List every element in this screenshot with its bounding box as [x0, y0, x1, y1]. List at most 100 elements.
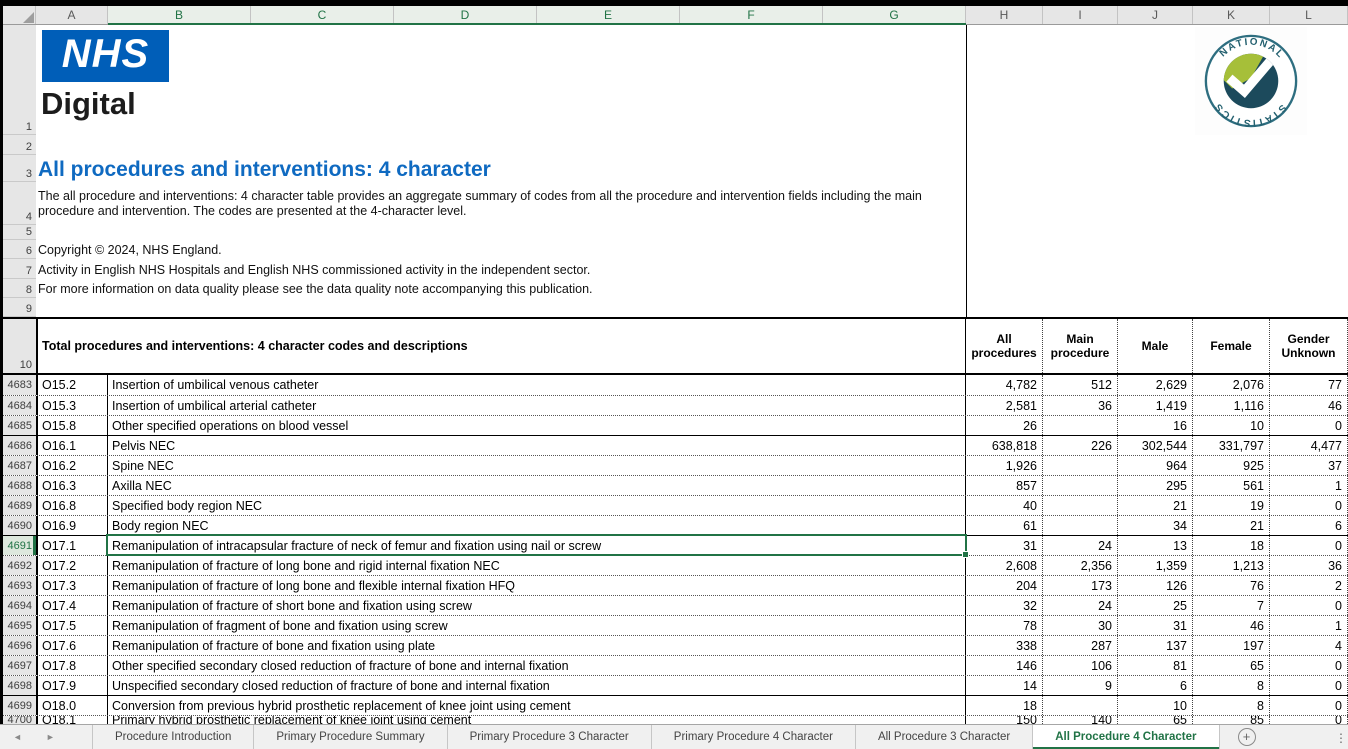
col-header-all-procedures[interactable]: All procedures: [966, 319, 1043, 373]
row-number-header[interactable]: 4693: [3, 576, 36, 595]
procedure-description-cell[interactable]: Remanipulation of intracapsular fracture…: [108, 536, 966, 555]
all-procedures-cell[interactable]: 338: [966, 636, 1043, 655]
gender-unknown-cell[interactable]: 77: [1270, 375, 1348, 395]
row-number-header[interactable]: 4689: [3, 496, 36, 515]
column-header-e[interactable]: E: [537, 6, 680, 24]
next-sheet-arrow-icon[interactable]: ►: [46, 732, 55, 742]
all-procedures-cell[interactable]: 857: [966, 476, 1043, 495]
column-header-d[interactable]: D: [394, 6, 537, 24]
female-cell[interactable]: 65: [1193, 656, 1270, 675]
main-procedure-cell[interactable]: 24: [1043, 596, 1118, 615]
row-number-header[interactable]: 4685: [3, 416, 36, 435]
tab-overflow-icon[interactable]: ⋮: [1335, 725, 1347, 749]
male-cell[interactable]: 302,544: [1118, 436, 1193, 455]
column-header-l[interactable]: L: [1270, 6, 1348, 24]
gender-unknown-cell[interactable]: 1: [1270, 476, 1348, 495]
main-procedure-cell[interactable]: 36: [1043, 396, 1118, 415]
prev-sheet-arrow-icon[interactable]: ◄: [13, 732, 22, 742]
procedure-code-cell[interactable]: O17.2: [36, 556, 108, 575]
procedure-description-cell[interactable]: Axilla NEC: [108, 476, 966, 495]
main-procedure-cell[interactable]: 2,356: [1043, 556, 1118, 575]
male-cell[interactable]: 2,629: [1118, 375, 1193, 395]
procedure-code-cell[interactable]: O17.3: [36, 576, 108, 595]
row-header-7[interactable]: 7: [3, 259, 36, 279]
gender-unknown-cell[interactable]: 0: [1270, 596, 1348, 615]
sheet-tab[interactable]: Primary Procedure 3 Character: [447, 725, 651, 749]
row-header-4[interactable]: 4: [3, 182, 36, 225]
male-cell[interactable]: 34: [1118, 516, 1193, 535]
all-procedures-cell[interactable]: 2,608: [966, 556, 1043, 575]
col-header-male[interactable]: Male: [1118, 319, 1193, 373]
main-procedure-cell[interactable]: 30: [1043, 616, 1118, 635]
col-header-female[interactable]: Female: [1193, 319, 1270, 373]
gender-unknown-cell[interactable]: 0: [1270, 676, 1348, 695]
procedure-code-cell[interactable]: O18.1: [36, 716, 108, 724]
procedure-description-cell[interactable]: Pelvis NEC: [108, 436, 966, 455]
all-procedures-cell[interactable]: 638,818: [966, 436, 1043, 455]
female-cell[interactable]: 925: [1193, 456, 1270, 475]
column-header-f[interactable]: F: [680, 6, 823, 24]
procedure-description-cell[interactable]: Conversion from previous hybrid prosthet…: [108, 696, 966, 715]
all-procedures-cell[interactable]: 14: [966, 676, 1043, 695]
procedure-description-cell[interactable]: Primary hybrid prosthetic replacement of…: [108, 716, 966, 724]
procedure-code-cell[interactable]: O17.6: [36, 636, 108, 655]
all-procedures-cell[interactable]: 18: [966, 696, 1043, 715]
procedure-code-cell[interactable]: O15.3: [36, 396, 108, 415]
procedure-description-cell[interactable]: Unspecified secondary closed reduction o…: [108, 676, 966, 695]
female-cell[interactable]: 19: [1193, 496, 1270, 515]
male-cell[interactable]: 137: [1118, 636, 1193, 655]
all-procedures-cell[interactable]: 31: [966, 536, 1043, 555]
gender-unknown-cell[interactable]: 0: [1270, 696, 1348, 715]
row-header-8[interactable]: 8: [3, 279, 36, 298]
procedure-code-cell[interactable]: O18.0: [36, 696, 108, 715]
male-cell[interactable]: 295: [1118, 476, 1193, 495]
procedure-description-cell[interactable]: Remanipulation of fracture of short bone…: [108, 596, 966, 615]
all-procedures-cell[interactable]: 146: [966, 656, 1043, 675]
female-cell[interactable]: 21: [1193, 516, 1270, 535]
gender-unknown-cell[interactable]: 2: [1270, 576, 1348, 595]
procedure-description-cell[interactable]: Remanipulation of fracture of bone and f…: [108, 636, 966, 655]
all-procedures-cell[interactable]: 150: [966, 716, 1043, 724]
column-header-k[interactable]: K: [1193, 6, 1270, 24]
table-caption-cell[interactable]: Total procedures and interventions: 4 ch…: [36, 319, 966, 373]
row-number-header[interactable]: 4695: [3, 616, 36, 635]
main-procedure-cell[interactable]: 287: [1043, 636, 1118, 655]
gender-unknown-cell[interactable]: 0: [1270, 536, 1348, 555]
female-cell[interactable]: 85: [1193, 716, 1270, 724]
female-cell[interactable]: 331,797: [1193, 436, 1270, 455]
procedure-code-cell[interactable]: O17.5: [36, 616, 108, 635]
gender-unknown-cell[interactable]: 1: [1270, 616, 1348, 635]
row-header-3[interactable]: 3: [3, 155, 36, 182]
row-number-header[interactable]: 4688: [3, 476, 36, 495]
col-header-gender-unknown[interactable]: Gender Unknown: [1270, 319, 1348, 373]
row-number-header[interactable]: 4696: [3, 636, 36, 655]
female-cell[interactable]: 10: [1193, 416, 1270, 435]
procedure-code-cell[interactable]: O17.9: [36, 676, 108, 695]
main-procedure-cell[interactable]: 106: [1043, 656, 1118, 675]
female-cell[interactable]: 8: [1193, 696, 1270, 715]
main-procedure-cell[interactable]: [1043, 696, 1118, 715]
procedure-description-cell[interactable]: Other specified operations on blood vess…: [108, 416, 966, 435]
male-cell[interactable]: 964: [1118, 456, 1193, 475]
procedure-code-cell[interactable]: O15.2: [36, 375, 108, 395]
column-header-b[interactable]: B: [108, 6, 251, 24]
main-procedure-cell[interactable]: 24: [1043, 536, 1118, 555]
female-cell[interactable]: 197: [1193, 636, 1270, 655]
procedure-code-cell[interactable]: O16.1: [36, 436, 108, 455]
procedure-code-cell[interactable]: O16.9: [36, 516, 108, 535]
male-cell[interactable]: 13: [1118, 536, 1193, 555]
all-procedures-cell[interactable]: 1,926: [966, 456, 1043, 475]
col-header-main-procedure[interactable]: Main procedure: [1043, 319, 1118, 373]
all-procedures-cell[interactable]: 40: [966, 496, 1043, 515]
male-cell[interactable]: 16: [1118, 416, 1193, 435]
gender-unknown-cell[interactable]: 4: [1270, 636, 1348, 655]
row-number-header[interactable]: 4692: [3, 556, 36, 575]
column-header-j[interactable]: J: [1118, 6, 1193, 24]
all-procedures-cell[interactable]: 204: [966, 576, 1043, 595]
column-header-a[interactable]: A: [36, 6, 108, 24]
row-header-9[interactable]: 9: [3, 298, 36, 317]
female-cell[interactable]: 561: [1193, 476, 1270, 495]
procedure-description-cell[interactable]: Insertion of umbilical arterial catheter: [108, 396, 966, 415]
row-header-2[interactable]: 2: [3, 135, 36, 155]
row-number-header[interactable]: 4691: [3, 536, 36, 555]
